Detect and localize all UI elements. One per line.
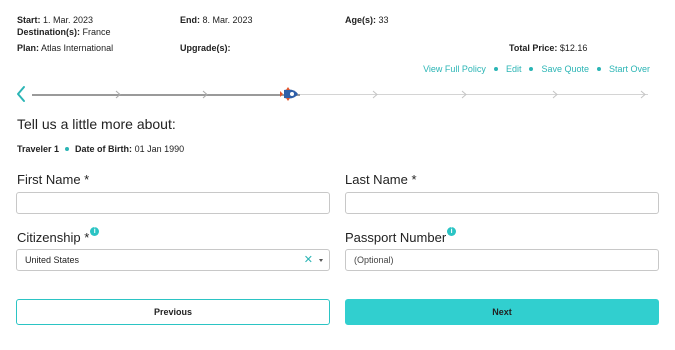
step-arrow-icon (461, 90, 467, 99)
summary-ages: Age(s): 33 (345, 14, 389, 26)
separator-dot (596, 67, 601, 71)
save-quote-link[interactable]: Save Quote (541, 64, 589, 74)
step-arrow-icon (372, 90, 378, 99)
destination-label: Destination(s): (17, 27, 80, 37)
summary-total-price: Total Price: $12.16 (509, 42, 587, 54)
first-name-label: First Name * (17, 172, 90, 187)
end-label: End: (180, 15, 200, 25)
upgrade-label: Upgrade(s): (180, 43, 231, 53)
start-value: 1. Mar. 2023 (43, 15, 94, 25)
info-icon[interactable]: i (447, 227, 457, 236)
edit-link[interactable]: Edit (506, 64, 522, 74)
clear-x-icon[interactable]: ✕ (304, 255, 313, 266)
last-name-input[interactable] (354, 193, 650, 213)
passport-input[interactable] (354, 250, 650, 270)
summary-end: End: 8. Mar. 2023 (180, 14, 253, 26)
quote-actions: View Full Policy Edit Save Quote Start O… (423, 64, 650, 74)
info-icon[interactable]: i (90, 227, 100, 236)
separator-dot (493, 67, 498, 71)
citizenship-label-row: Citizenship * i (17, 227, 100, 245)
start-over-link[interactable]: Start Over (609, 64, 650, 74)
citizenship-value: United States (25, 255, 80, 265)
traveler-name: Traveler 1 (17, 144, 60, 154)
last-name-label: Last Name * (345, 172, 417, 187)
dob-value: 01 Jan 1990 (134, 144, 185, 154)
destination-value: France (82, 27, 111, 37)
ages-value: 33 (378, 15, 389, 25)
ages-label: Age(s): (345, 15, 376, 25)
first-name-field (16, 192, 330, 214)
progress-track (14, 84, 659, 104)
chevron-left-icon[interactable] (14, 84, 28, 104)
step-arrow-icon (640, 90, 646, 99)
passport-label-row: Passport Number i (345, 227, 457, 245)
step-arrow-icon (552, 90, 558, 99)
separator-dot (65, 147, 70, 151)
first-name-input[interactable] (25, 193, 321, 213)
progress-completed (32, 94, 300, 96)
summary-upgrades: Upgrade(s): (180, 42, 231, 54)
step-arrow-icon (202, 90, 208, 99)
citizenship-label: Citizenship * (17, 230, 90, 245)
price-label: Total Price: (509, 43, 558, 53)
dob-label: Date of Birth: (75, 144, 133, 154)
previous-button[interactable]: Previous (16, 299, 330, 325)
citizenship-select[interactable]: United States ✕ (16, 249, 330, 271)
traveler-info: Traveler 1 Date of Birth: 01 Jan 1990 (17, 144, 184, 154)
summary-destination: Destination(s): France (17, 26, 111, 38)
separator-dot (529, 67, 534, 71)
next-button[interactable]: Next (345, 299, 659, 325)
view-full-policy-link[interactable]: View Full Policy (423, 64, 486, 74)
price-value: $12.16 (559, 43, 588, 53)
passport-field (345, 249, 659, 271)
rocket-icon (280, 87, 298, 101)
last-name-field (345, 192, 659, 214)
progress-remaining (300, 94, 648, 95)
passport-label: Passport Number (345, 230, 447, 245)
summary-plan: Plan: Atlas International (17, 42, 113, 54)
section-heading: Tell us a little more about: (17, 116, 176, 132)
plan-value: Atlas International (41, 43, 114, 53)
step-arrow-icon (115, 90, 121, 99)
plan-label: Plan: (17, 43, 40, 53)
chevron-down-icon[interactable] (319, 259, 323, 262)
start-label: Start: (17, 15, 41, 25)
summary-start: Start: 1. Mar. 2023 (17, 14, 93, 26)
end-value: 8. Mar. 2023 (202, 15, 253, 25)
